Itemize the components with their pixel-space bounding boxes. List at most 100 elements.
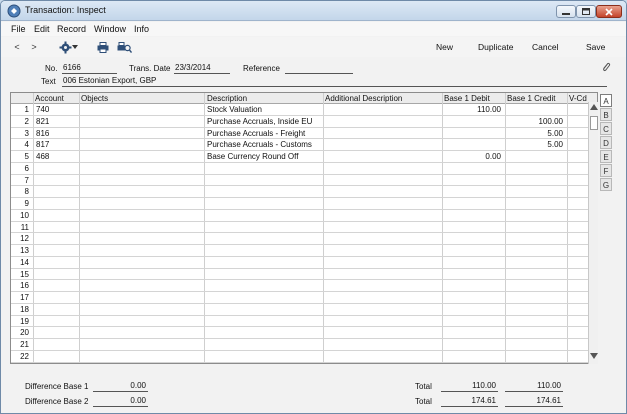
account-cell[interactable]: 816 <box>36 129 76 138</box>
minimize-icon <box>562 12 570 15</box>
maximize-button[interactable] <box>576 5 596 18</box>
total-base2-label: Total <box>415 397 432 406</box>
forward-button[interactable]: > <box>30 40 38 54</box>
transaction-header: No. 6166 Trans. Date 23/3/2014 Reference… <box>1 58 626 90</box>
row-number-cell: 16 <box>20 281 29 291</box>
transaction-rows-grid: Account Objects Description Additional D… <box>10 92 598 364</box>
col-header-objects: Objects <box>81 94 109 103</box>
paperclip-icon[interactable] <box>601 61 611 73</box>
table-row[interactable]: 13 <box>11 245 597 257</box>
description-cell[interactable]: Purchase Accruals - Freight <box>207 129 321 138</box>
minimize-button[interactable] <box>556 5 576 18</box>
back-button[interactable]: < <box>13 40 21 54</box>
reference-label: Reference <box>243 64 280 73</box>
no-field[interactable]: 6166 <box>62 63 117 74</box>
print-preview-icon <box>117 41 132 53</box>
row-number-cell: 10 <box>20 210 29 220</box>
table-row[interactable]: 16 <box>11 280 597 292</box>
row-number-cell: 12 <box>20 234 29 244</box>
row-number-cell: 5 <box>24 152 29 161</box>
difference-base1-value: 0.00 <box>93 381 148 392</box>
maximize-icon <box>582 8 590 15</box>
close-button[interactable] <box>596 5 622 18</box>
table-row[interactable]: 4 817 Purchase Accruals - Customs 5.00 <box>11 139 597 151</box>
text-field[interactable]: 006 Estonian Export, GBP <box>62 76 607 87</box>
app-icon <box>7 4 21 18</box>
cancel-button[interactable]: Cancel <box>532 42 558 52</box>
menu-edit[interactable]: Edit <box>34 24 50 34</box>
tab-c[interactable]: C <box>600 122 612 135</box>
credit-cell[interactable]: 5.00 <box>507 140 563 149</box>
grid-scrollbar[interactable] <box>588 102 598 364</box>
text-label: Text <box>41 77 56 86</box>
tab-d[interactable]: D <box>600 136 612 149</box>
table-row[interactable]: 10 <box>11 210 597 222</box>
print-preview-button[interactable] <box>116 40 132 54</box>
row-number-cell: 9 <box>24 199 29 208</box>
row-number-cell: 19 <box>20 316 29 326</box>
scroll-up-icon[interactable] <box>590 104 598 110</box>
table-row[interactable]: 19 <box>11 316 597 328</box>
table-row[interactable]: 20 <box>11 327 597 339</box>
row-number-cell: 20 <box>20 328 29 338</box>
trans-date-field[interactable]: 23/3/2014 <box>174 63 230 74</box>
debit-cell[interactable]: 110.00 <box>444 105 501 114</box>
debit-cell[interactable]: 0.00 <box>444 152 501 161</box>
menu-info[interactable]: Info <box>134 24 149 34</box>
account-cell[interactable]: 817 <box>36 140 76 149</box>
table-row[interactable]: 15 <box>11 269 597 281</box>
difference-base1-label: Difference Base 1 <box>25 382 89 391</box>
row-number-cell: 6 <box>24 163 29 173</box>
gear-icon <box>59 41 71 53</box>
account-cell[interactable]: 468 <box>36 152 76 161</box>
table-row[interactable]: 3 816 Purchase Accruals - Freight 5.00 <box>11 128 597 140</box>
tab-e[interactable]: E <box>600 150 612 163</box>
table-row[interactable]: 8 <box>11 186 597 198</box>
settings-menu-button[interactable] <box>57 40 79 54</box>
table-row[interactable]: 18 <box>11 304 597 316</box>
description-cell[interactable]: Base Currency Round Off <box>207 152 321 161</box>
table-row[interactable]: 14 <box>11 257 597 269</box>
new-button[interactable]: New <box>436 42 453 52</box>
account-cell[interactable]: 740 <box>36 105 76 114</box>
row-number-cell: 18 <box>20 304 29 314</box>
total-base1-label: Total <box>415 382 432 391</box>
duplicate-button[interactable]: Duplicate <box>478 42 513 52</box>
no-label: No. <box>45 64 58 73</box>
scroll-down-icon[interactable] <box>590 353 598 359</box>
table-row[interactable]: 1 740 Stock Valuation 110.00 <box>11 104 597 116</box>
menu-window[interactable]: Window <box>94 24 126 34</box>
reference-field[interactable] <box>285 63 353 74</box>
tab-a[interactable]: A <box>600 94 612 107</box>
table-row[interactable]: 7 <box>11 175 597 187</box>
print-button[interactable] <box>96 40 109 54</box>
total-base2-debit: 174.61 <box>441 396 498 407</box>
description-cell[interactable]: Purchase Accruals, Inside EU <box>207 117 321 126</box>
description-cell[interactable]: Stock Valuation <box>207 105 321 114</box>
menu-file[interactable]: File <box>11 24 26 34</box>
col-header-account: Account <box>35 94 64 103</box>
account-cell[interactable]: 821 <box>36 117 76 126</box>
table-row[interactable]: 9 <box>11 198 597 210</box>
credit-cell[interactable]: 5.00 <box>507 129 563 138</box>
transaction-window: Transaction: Inspect File Edit Record Wi… <box>0 0 627 414</box>
table-row[interactable]: 12 <box>11 233 597 245</box>
menu-record[interactable]: Record <box>57 24 86 34</box>
tab-g[interactable]: G <box>600 178 612 191</box>
menu-bar: File Edit Record Window Info <box>1 22 626 36</box>
description-cell[interactable]: Purchase Accruals - Customs <box>207 140 321 149</box>
table-row[interactable]: 6 <box>11 163 597 175</box>
tab-f[interactable]: F <box>600 164 612 177</box>
scroll-thumb[interactable] <box>590 116 598 130</box>
table-row[interactable]: 5 468 Base Currency Round Off 0.00 <box>11 151 597 163</box>
table-row[interactable]: 22 <box>11 351 597 363</box>
total-base1-debit: 110.00 <box>441 381 498 392</box>
save-button[interactable]: Save <box>586 42 605 52</box>
credit-cell[interactable]: 100.00 <box>507 117 563 126</box>
tab-b[interactable]: B <box>600 108 612 121</box>
table-row[interactable]: 21 <box>11 339 597 351</box>
row-number-cell: 2 <box>24 116 29 126</box>
table-row[interactable]: 11 <box>11 222 597 234</box>
table-row[interactable]: 17 <box>11 292 597 304</box>
table-row[interactable]: 2 821 Purchase Accruals, Inside EU 100.00 <box>11 116 597 128</box>
